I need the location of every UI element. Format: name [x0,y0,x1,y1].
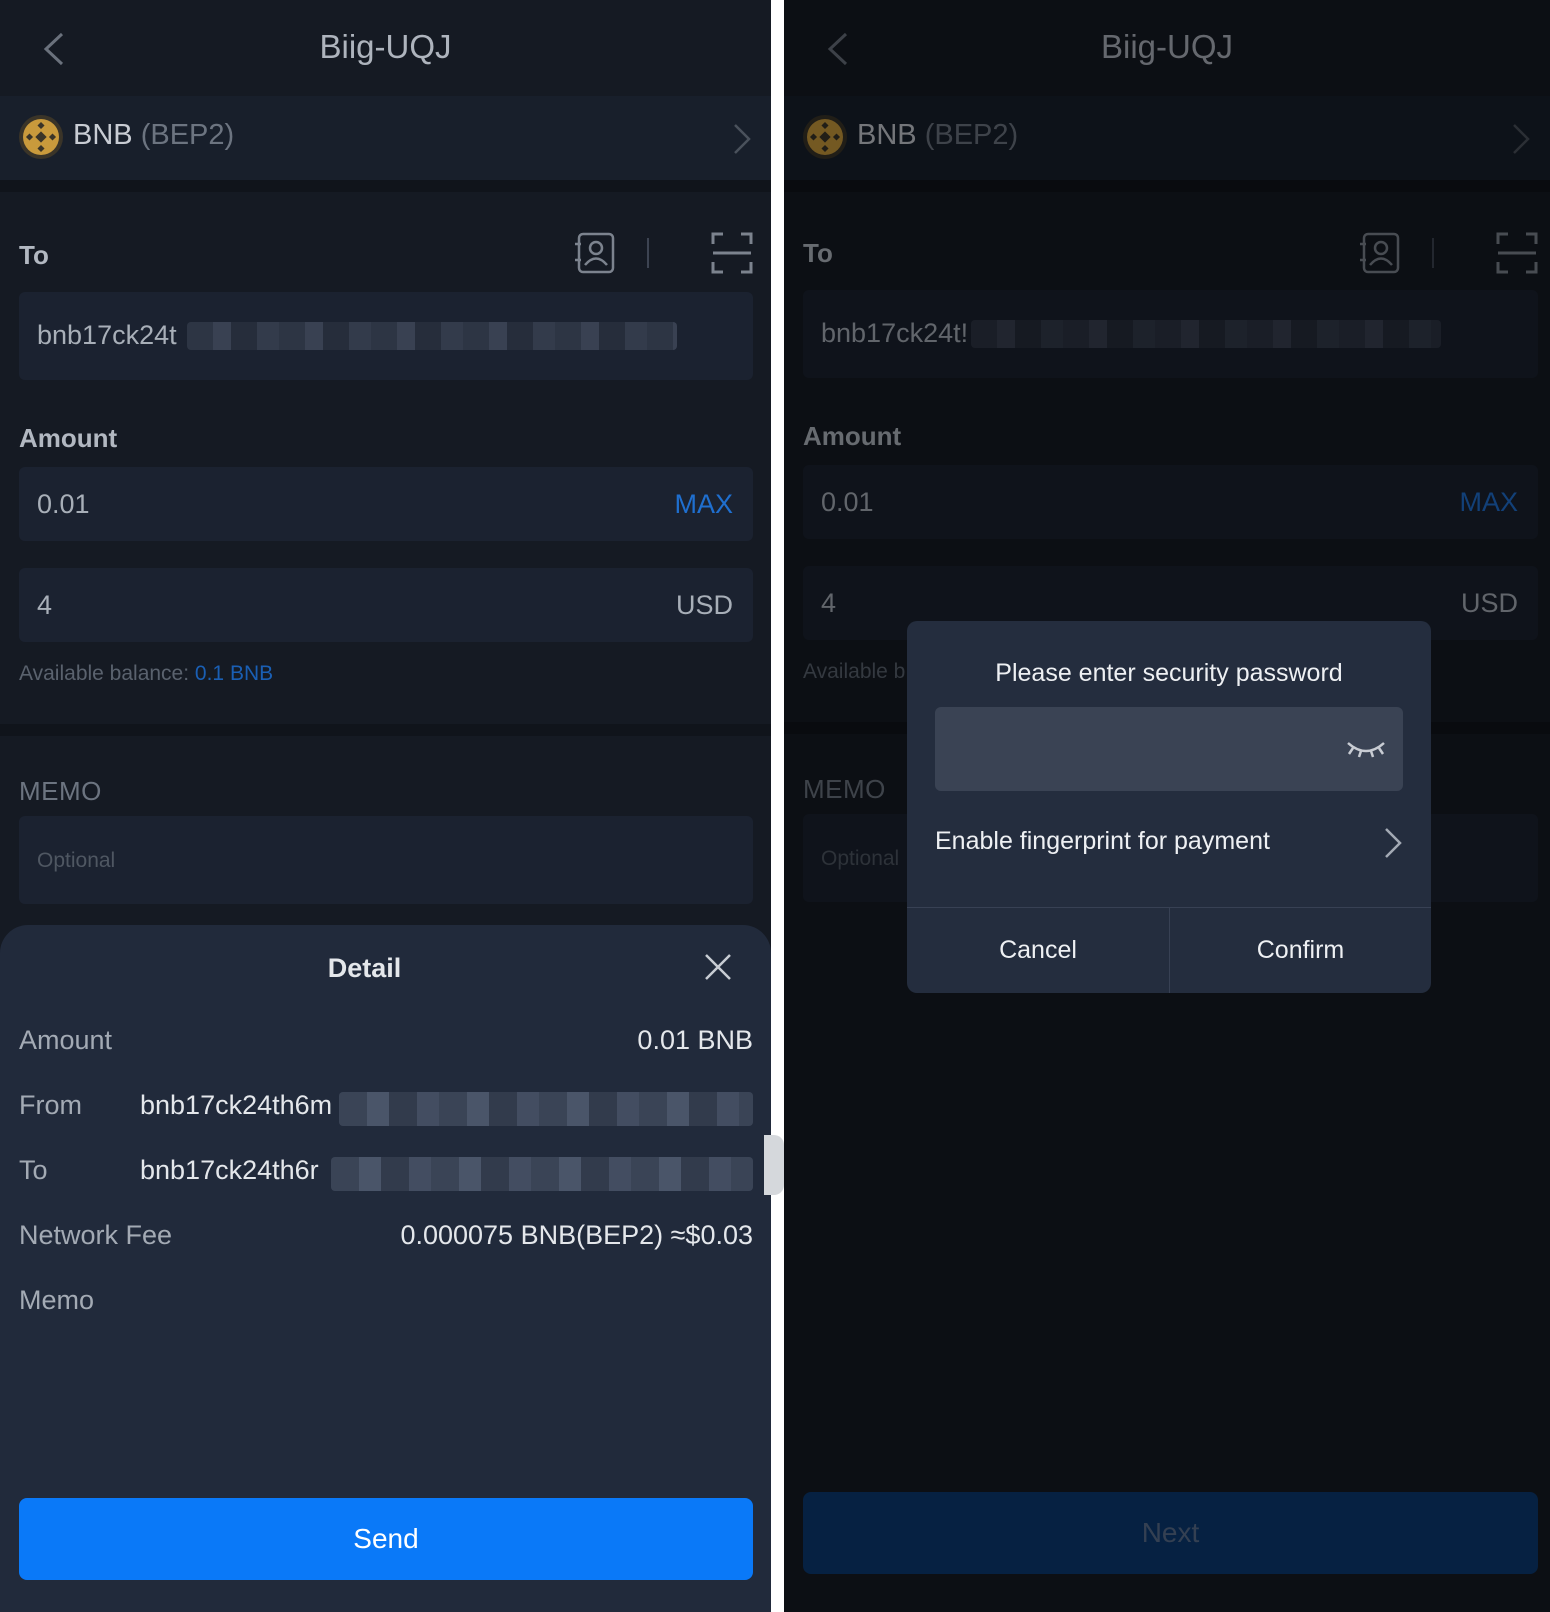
detail-from-label: From [19,1090,82,1120]
max-button[interactable]: MAX [674,489,733,520]
send-button[interactable]: Send [19,1498,753,1580]
fiat-amount-field[interactable]: 4 USD [19,568,753,642]
detail-fee-row: Network Fee 0.000075 BNB(BEP2) ≈$0.03 [19,1220,753,1260]
redacted-address [331,1157,753,1191]
available-balance: Available balance: 0.1 BNB [19,662,274,685]
amount-field[interactable]: 0.01 MAX [19,467,753,541]
coin-name: BNB (BEP2) [73,119,235,151]
redacted-address [339,1092,753,1126]
detail-to-row: To bnb17ck24th6r [19,1155,753,1195]
eye-closed-icon[interactable] [1345,735,1387,761]
dialog-title: Please enter security password [995,659,1343,687]
scan-icon[interactable] [711,232,753,274]
fingerprint-label: Enable fingerprint for payment [935,827,1270,855]
amount-value: 0.01 [37,489,90,519]
detail-from-value: bnb17ck24th6m [140,1090,333,1120]
send-screen-detail: Biig-UQJ BNB (BEP2) To bnb17ck24t Amount… [0,0,771,1612]
sheet-title: Detail [327,953,402,983]
scroll-handle [764,1135,784,1195]
detail-amount-value: 0.01 BNB [637,1025,753,1055]
page-title: Biig-UQJ [319,28,452,65]
detail-memo-label: Memo [19,1285,95,1315]
divider [0,180,771,192]
close-icon[interactable] [703,952,733,982]
detail-fee-label: Network Fee [19,1220,173,1250]
header: Biig-UQJ [0,0,771,96]
detail-memo-row: Memo [19,1285,753,1325]
send-screen-password: Biig-UQJ BNB (BEP2) To bnb17ck24t! Amoun… [784,0,1550,1612]
recipient-address-field[interactable]: bnb17ck24t [19,292,753,380]
detail-to-label: To [19,1155,48,1185]
divider [0,724,771,736]
confirm-button[interactable]: Confirm [1169,908,1431,993]
chevron-right-icon [734,124,751,154]
security-password-dialog: Please enter security password Enable fi… [907,621,1431,993]
redacted-address [187,322,677,350]
to-label: To [19,240,49,270]
coin-selector[interactable]: BNB (BEP2) [0,96,771,180]
detail-amount-row: Amount 0.01 BNB [19,1025,753,1065]
available-balance-value: 0.1 BNB [194,662,274,685]
password-input[interactable] [935,707,1403,791]
fiat-currency: USD [675,590,733,620]
memo-placeholder: Optional [37,849,116,872]
memo-label: MEMO [19,776,102,806]
fingerprint-option[interactable]: Enable fingerprint for payment [935,819,1407,869]
detail-sheet: Detail Amount 0.01 BNB From bnb17ck24th6… [0,925,771,1612]
detail-fee-value: 0.000075 BNB(BEP2) ≈$0.03 [400,1220,753,1250]
detail-amount-label: Amount [19,1025,113,1055]
detail-to-value: bnb17ck24th6r [140,1155,319,1185]
detail-from-row: From bnb17ck24th6m [19,1090,753,1130]
to-actions [573,228,753,276]
cancel-button[interactable]: Cancel [907,908,1169,993]
chevron-right-icon [1385,828,1402,858]
amount-label: Amount [19,423,118,453]
contact-book-icon[interactable] [573,232,617,274]
fiat-value: 4 [37,590,53,620]
recipient-address-text: bnb17ck24t [37,320,177,350]
divider [647,238,649,268]
bnb-logo-icon [19,115,63,159]
coin-network: (BEP2) [140,119,235,151]
memo-field[interactable]: Optional [19,816,753,904]
